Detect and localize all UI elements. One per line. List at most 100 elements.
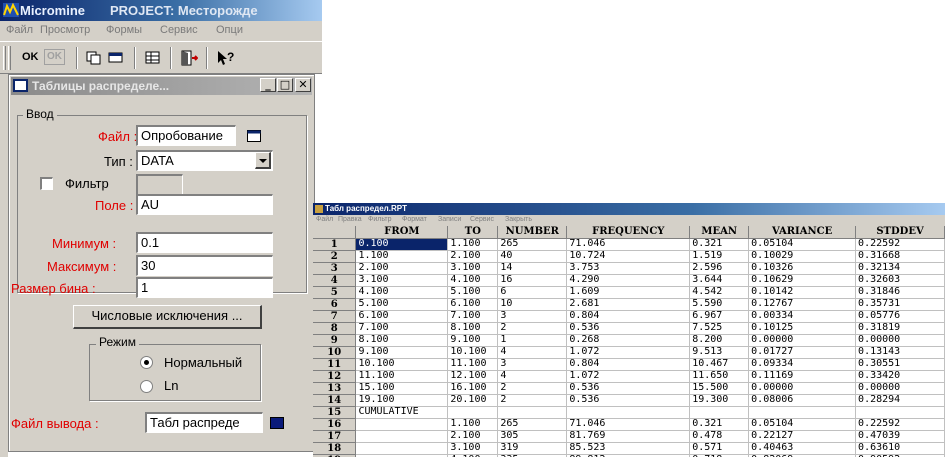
file-browse-icon[interactable] [247, 130, 261, 142]
table-cell-frequency[interactable]: 1.072 [566, 346, 691, 359]
row-number[interactable]: 17 [313, 430, 357, 443]
row-number[interactable]: 18 [313, 442, 357, 455]
column-header-from[interactable]: FROM [355, 226, 449, 239]
table-cell-variance[interactable]: 0.09334 [748, 358, 857, 371]
table-cell-frequency[interactable]: 0.804 [566, 358, 691, 371]
table-cell-number[interactable]: 2 [497, 394, 568, 407]
table-cell-stddev[interactable]: 0.63610 [855, 442, 945, 455]
table-row[interactable]: 12 11.100 12.100 4 1.072 11.650 0.11169 0.33420 [313, 370, 945, 383]
table-row[interactable]: 5 4.100 5.100 6 1.609 4.542 0.10142 0.31846 [313, 286, 945, 299]
row-number[interactable]: 1 [313, 238, 357, 251]
table-cell-variance[interactable]: 0.11169 [748, 370, 857, 383]
table-cell-frequency[interactable]: 3.753 [566, 262, 691, 275]
output-file-input[interactable]: Табл распреде [145, 412, 263, 433]
copy-form-icon[interactable] [86, 51, 102, 65]
table-cell-stddev[interactable]: 0.00000 [855, 382, 945, 395]
row-number[interactable]: 5 [313, 286, 357, 299]
table-cell-to[interactable]: 16.100 [447, 382, 499, 395]
report-menu-format[interactable]: Формат [402, 216, 427, 223]
table-cell-stddev[interactable]: 0.31668 [855, 250, 945, 263]
maximum-input[interactable]: 30 [136, 255, 273, 276]
table-cell-from[interactable]: 11.100 [355, 370, 449, 383]
table-cell-number[interactable]: 3 [497, 358, 568, 371]
table-cell-stddev[interactable]: 0.13143 [855, 346, 945, 359]
table-cell-number[interactable]: 2 [497, 322, 568, 335]
mode-normal-radio[interactable] [140, 356, 153, 369]
type-select[interactable]: DATA [136, 150, 273, 171]
column-header-number[interactable]: NUMBER [497, 226, 568, 239]
table-cell-mean[interactable]: 2.596 [689, 262, 750, 275]
table-cell-variance[interactable]: 0.10629 [748, 274, 857, 287]
table-cell-from[interactable]: 9.100 [355, 346, 449, 359]
table-cell-frequency[interactable]: 0.804 [566, 310, 691, 323]
table-cell-stddev[interactable]: 0.31846 [855, 286, 945, 299]
table-cell-frequency[interactable]: 0.536 [566, 322, 691, 335]
table-cell-number[interactable]: 1 [497, 334, 568, 347]
table-cell-from[interactable] [355, 442, 449, 455]
table-row[interactable]: 7 6.100 7.100 3 0.804 6.967 0.00334 0.05776 [313, 310, 945, 323]
row-number[interactable]: 6 [313, 298, 357, 311]
menu-service[interactable]: Сервис [160, 24, 198, 36]
table-cell-number[interactable]: 3 [497, 310, 568, 323]
table-cell-stddev[interactable]: 0.22592 [855, 238, 945, 251]
row-number[interactable]: 10 [313, 346, 357, 359]
report-menu-records[interactable]: Записи [438, 216, 461, 223]
table-cell-to[interactable]: 9.100 [447, 334, 499, 347]
table-cell-stddev[interactable]: 0.28294 [855, 394, 945, 407]
toolbar-grip-2[interactable] [8, 46, 11, 70]
table-row[interactable]: 15 CUMULATIVE [313, 406, 945, 419]
table-cell-from[interactable] [355, 430, 449, 443]
table-cell-stddev[interactable]: 0.00000 [855, 334, 945, 347]
menu-file[interactable]: Файл [6, 24, 33, 36]
table-cell-to[interactable]: 1.100 [447, 418, 499, 431]
report-titlebar[interactable]: Табл распредел.RPT [313, 203, 945, 215]
table-row[interactable]: 6 5.100 6.100 10 2.681 5.590 0.12767 0.35731 [313, 298, 945, 311]
table-cell-frequency[interactable]: 1.609 [566, 286, 691, 299]
row-number[interactable]: 15 [313, 406, 357, 419]
table-cell-frequency[interactable]: 2.681 [566, 298, 691, 311]
row-number[interactable]: 2 [313, 250, 357, 263]
table-cell-variance[interactable]: 0.05104 [748, 418, 857, 431]
main-titlebar[interactable]: Micromine PROJECT: Месторожде [0, 0, 322, 21]
table-cell-to[interactable]: 7.100 [447, 310, 499, 323]
column-header-to[interactable]: TO [447, 226, 499, 239]
table-cell-variance[interactable]: 0.22127 [748, 430, 857, 443]
table-cell-mean[interactable]: 6.967 [689, 310, 750, 323]
row-number[interactable]: 16 [313, 418, 357, 431]
file-input[interactable]: Опробование [136, 125, 236, 146]
table-cell-from[interactable]: 10.100 [355, 358, 449, 371]
table-cell-frequency[interactable]: 85.523 [566, 442, 691, 455]
window-icon[interactable] [108, 52, 124, 64]
table-cell-from[interactable]: 1.100 [355, 250, 449, 263]
table-cell-stddev[interactable]: 0.33420 [855, 370, 945, 383]
table-cell-to[interactable] [447, 406, 499, 419]
table-row[interactable]: 10 9.100 10.100 4 1.072 9.513 0.01727 0.13143 [313, 346, 945, 359]
table-cell-frequency[interactable]: 71.046 [566, 238, 691, 251]
row-number[interactable]: 11 [313, 358, 357, 371]
table-row[interactable]: 8 7.100 8.100 2 0.536 7.525 0.10125 0.31819 [313, 322, 945, 335]
table-row[interactable]: 16 1.100 265 71.046 0.321 0.05104 0.22592 [313, 418, 945, 431]
table-cell-to[interactable]: 5.100 [447, 286, 499, 299]
table-cell-mean[interactable]: 3.644 [689, 274, 750, 287]
table-cell-variance[interactable]: 0.10125 [748, 322, 857, 335]
table-cell-number[interactable] [497, 406, 568, 419]
table-cell-stddev[interactable]: 0.30551 [855, 358, 945, 371]
table-cell-to[interactable]: 4.100 [447, 274, 499, 287]
table-icon[interactable] [145, 51, 161, 65]
table-cell-number[interactable]: 40 [497, 250, 568, 263]
filter-input[interactable] [136, 174, 183, 195]
maximize-button[interactable]: □ [277, 78, 293, 92]
table-row[interactable]: 1 0.100 1.100 265 71.046 0.321 0.05104 0.22592 [313, 238, 945, 251]
table-cell-frequency[interactable]: 1.072 [566, 370, 691, 383]
numeric-exclusions-button[interactable]: Числовые исключения ... [73, 305, 262, 329]
report-menu-edit[interactable]: Правка [338, 216, 362, 223]
table-cell-from[interactable]: 15.100 [355, 382, 449, 395]
table-cell-variance[interactable]: 0.40463 [748, 442, 857, 455]
table-row[interactable]: 2 1.100 2.100 40 10.724 1.519 0.10029 0.31668 [313, 250, 945, 263]
column-header-mean[interactable]: MEAN [689, 226, 750, 239]
ok-button[interactable]: OK [22, 51, 39, 71]
table-cell-variance[interactable]: 0.08006 [748, 394, 857, 407]
table-cell-frequency[interactable]: 81.769 [566, 430, 691, 443]
report-menu-close[interactable]: Закрыть [505, 216, 532, 223]
table-cell-from[interactable]: 5.100 [355, 298, 449, 311]
